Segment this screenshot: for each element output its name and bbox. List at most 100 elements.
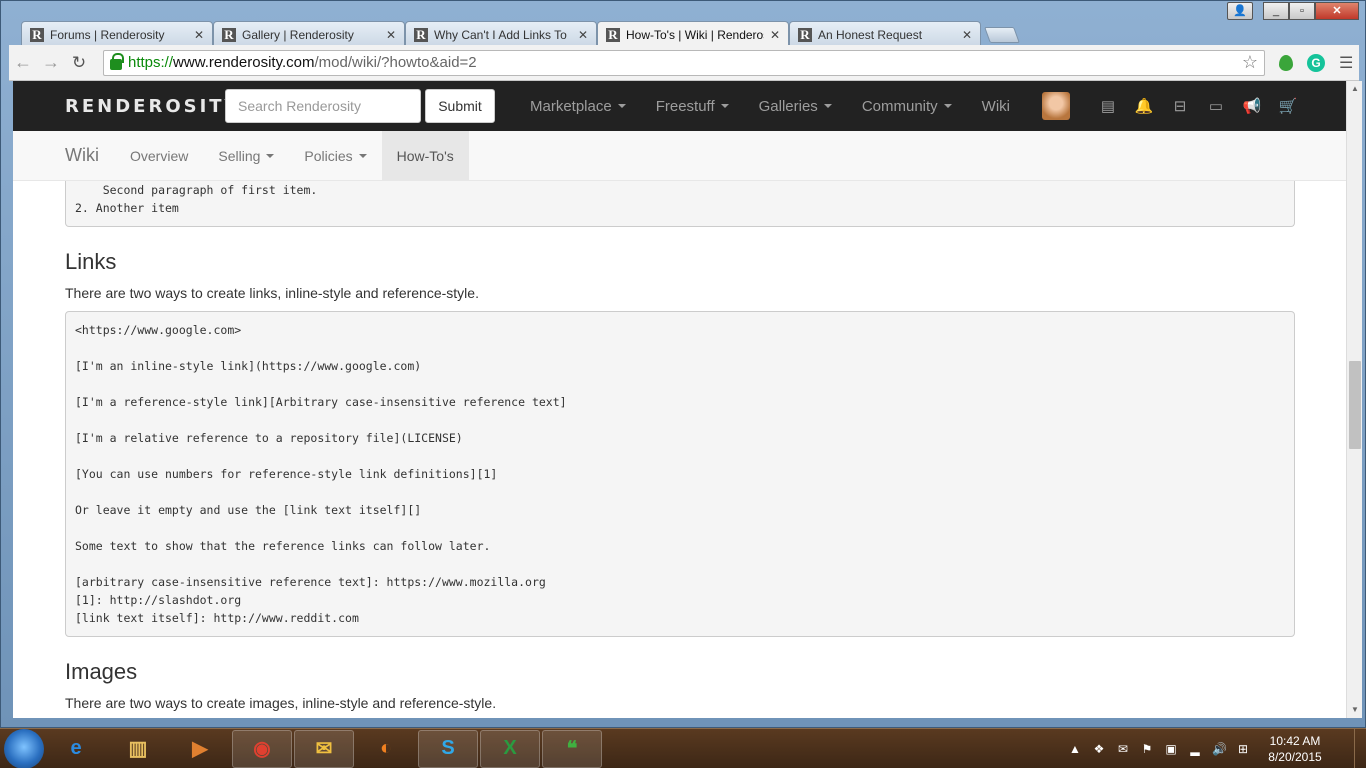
excel-icon[interactable]: X [480,729,540,768]
subnav-policies[interactable]: Policies [289,131,381,180]
user-icons: ▤ 🔔 ⊟ ▭ 📢 🛒 [1042,92,1306,120]
menu-marketplace[interactable]: Marketplace [515,98,641,115]
evernote-icon[interactable] [1279,54,1293,71]
tab-title: How-To's | Wiki | Renderosity [626,28,764,42]
caret-down-icon [617,104,626,108]
star-icon[interactable]: ☆ [1242,52,1258,73]
url-path: /mod/wiki/?howto&aid=2 [314,54,477,71]
address-bar[interactable]: https://www.renderosity.com/mod/wiki/?ho… [103,49,1265,76]
browser-toolbar: ← → ↻ https://www.renderosity.com/mod/wi… [9,45,1359,81]
tab-close-icon[interactable]: ✕ [578,28,588,42]
internet-explorer-icon[interactable]: e [46,730,106,768]
skype-icon[interactable]: S [418,729,478,768]
menu-icon[interactable]: ☰ [1339,53,1353,73]
tab-close-icon[interactable]: ✕ [962,28,972,42]
code-block-lists: Second paragraph of first item. 2. Anoth… [65,181,1295,227]
menu-wiki[interactable]: Wiki [967,98,1025,115]
show-desktop-button[interactable] [1354,728,1366,768]
scroll-thumb[interactable] [1349,361,1361,449]
windows-update-icon[interactable]: ⊞ [1236,742,1250,756]
tab-an-honest-request[interactable]: R An Honest Request ✕ [789,21,981,45]
dropbox-icon[interactable]: ❖ [1092,742,1106,756]
action-center-flag-icon[interactable]: ⚑ [1140,742,1154,756]
start-button[interactable] [4,728,44,768]
megaphone-icon[interactable]: 📢 [1234,97,1270,115]
images-intro: There are two ways to create images, inl… [65,695,497,711]
network-signal-icon[interactable]: ▂ [1188,742,1202,756]
close-window-button[interactable]: ✕ [1315,2,1359,20]
tab-why-cant-i-add-links[interactable]: R Why Can't I Add Links To ✕ [405,21,597,45]
renderosity-favicon-icon: R [798,28,812,42]
tab-close-icon[interactable]: ✕ [194,28,204,42]
newspaper-icon[interactable]: ▤ [1090,97,1126,115]
back-icon[interactable]: ← [9,52,37,73]
tab-strip: R Forums | Renderosity ✕ R Gallery | Ren… [21,21,1020,45]
renderosity-favicon-icon: R [414,28,428,42]
tab-close-icon[interactable]: ✕ [386,28,396,42]
cart-icon[interactable]: 🛒 [1270,97,1306,115]
safely-remove-icon[interactable]: ▣ [1164,742,1178,756]
file-explorer-icon[interactable]: ▥ [108,730,168,768]
menu-community[interactable]: Community [847,98,967,115]
tab-forums[interactable]: R Forums | Renderosity ✕ [21,21,213,45]
credit-card-icon[interactable]: ▭ [1198,97,1234,115]
menu-freestuff[interactable]: Freestuff [641,98,744,115]
page-scrollbar[interactable]: ▲ ▼ [1346,81,1362,718]
caret-down-icon [943,104,952,108]
chrome-icon[interactable]: ◉ [232,729,292,768]
menu-label: Community [861,97,938,115]
tab-how-tos[interactable]: R How-To's | Wiki | Renderosity ✕ [597,21,789,45]
menu-label: Marketplace [530,97,612,115]
media-player-icon[interactable]: ▶ [170,730,230,768]
site-navbar: RENDEROSITY Submit Marketplace Freestuff… [13,81,1346,131]
menu-galleries[interactable]: Galleries [744,98,847,115]
grammarly-icon[interactable]: G [1307,53,1325,72]
site-menu: Marketplace Freestuff Galleries Communit… [515,98,1025,115]
renderosity-favicon-icon: R [606,28,620,42]
menu-label: Galleries [758,97,818,115]
tab-title: Gallery | Renderosity [242,28,354,42]
volume-icon[interactable]: 🔊 [1212,742,1227,756]
tab-title: An Honest Request [818,28,923,42]
subnav-how-tos[interactable]: How-To's [381,131,469,180]
links-heading: Links [65,249,117,274]
links-intro: There are two ways to create links, inli… [65,285,479,301]
show-hidden-icons-icon[interactable]: ▲ [1068,742,1082,756]
avatar[interactable] [1042,92,1070,120]
tab-title: Why Can't I Add Links To [434,28,567,42]
subnav-selling[interactable]: Selling [203,131,289,180]
maximize-button[interactable]: ▫ [1289,2,1315,20]
bell-icon[interactable]: 🔔 [1126,97,1162,115]
search-input[interactable] [225,89,421,123]
article-content: Second paragraph of first item. 2. Anoth… [65,181,1295,718]
outlook-icon[interactable]: ✉ [294,729,354,768]
code-block-links: <https://www.google.com> [I'm an inline-… [65,311,1295,637]
web-page: RENDEROSITY Submit Marketplace Freestuff… [13,81,1346,718]
caret-down-icon [266,153,275,158]
outlook-tray-icon[interactable]: ✉ [1116,742,1130,756]
clock[interactable]: 10:42 AM 8/20/2015 [1260,733,1330,765]
scroll-down-arrow-icon[interactable]: ▼ [1347,702,1363,718]
submit-button[interactable]: Submit [425,89,495,123]
clock-date: 8/20/2015 [1268,749,1322,764]
inbox-icon[interactable]: ⊟ [1162,97,1198,115]
subnav-overview[interactable]: Overview [115,131,203,180]
user-profile-icon[interactable]: 👤 [1227,2,1253,20]
tab-close-icon[interactable]: ✕ [770,28,780,42]
caret-down-icon [358,153,367,158]
tab-gallery[interactable]: R Gallery | Renderosity ✕ [213,21,405,45]
wiki-brand[interactable]: Wiki [65,131,115,180]
system-tray: ▲ ❖ ✉ ⚑ ▣ ▂ 🔊 ⊞ 10:42 AM 8/20/2015 [1068,728,1366,768]
hangouts-icon[interactable]: ❝ [542,729,602,768]
tab-title: Forums | Renderosity [50,28,165,42]
forward-icon[interactable]: → [37,52,65,73]
reload-icon[interactable]: ↻ [65,53,93,73]
site-logo[interactable]: RENDEROSITY [65,96,238,117]
minimize-button[interactable]: _ [1263,2,1289,20]
window-controls: 👤 _ ▫ ✕ [1227,2,1359,20]
menu-label: Wiki [981,97,1010,115]
new-tab-button[interactable] [984,27,1020,43]
scroll-up-arrow-icon[interactable]: ▲ [1347,81,1363,97]
menu-label: Freestuff [655,97,715,115]
firefox-icon[interactable]: ◐ [356,730,416,768]
